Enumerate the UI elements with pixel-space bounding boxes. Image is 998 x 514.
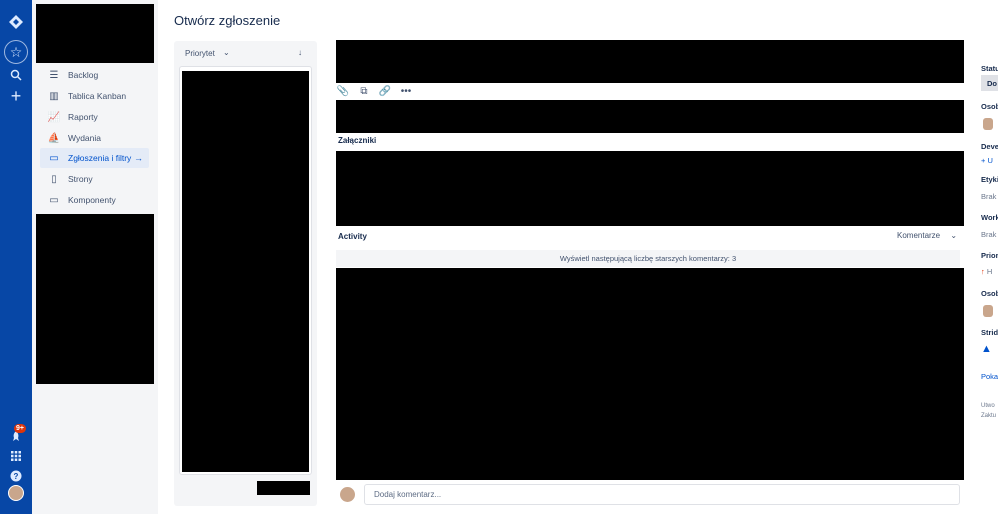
project-sidebar: ☰ Backlog ▥ Tablica Kanban 📈 Raporty ⛵ W… — [32, 0, 158, 514]
development-label: Deve — [981, 142, 998, 151]
status-button[interactable]: Do — [981, 75, 998, 91]
sidebar-item-pages[interactable]: ▯ Strony — [40, 169, 149, 189]
assignee-avatar[interactable] — [983, 118, 993, 130]
redacted-issue-list — [182, 71, 309, 472]
attachment-icon[interactable]: 📎 — [336, 84, 350, 98]
chevron-down-icon: ⌄ — [950, 231, 958, 240]
priority-text: H — [986, 267, 993, 276]
status-label: Statu — [981, 64, 998, 73]
work-label: Work — [981, 213, 998, 222]
components-icon: ▭ — [49, 194, 59, 206]
sidebar-item-label: Wydania — [68, 133, 101, 143]
labels-value[interactable]: Brak — [981, 192, 996, 201]
sidebar-item-label: Raporty — [68, 112, 98, 122]
activity-heading: Activity — [338, 232, 367, 241]
child-issue-icon[interactable]: ⧉ — [357, 84, 371, 98]
issue-toolbar: 📎 ⧉ 🔗 ••• — [336, 84, 413, 98]
page-title: Otwórz zgłoszenie — [174, 13, 281, 28]
labels-label: Etyki — [981, 175, 998, 184]
work-value[interactable]: Brak — [981, 230, 996, 239]
add-comment-input[interactable]: Dodaj komentarz... — [364, 484, 960, 505]
show-older-comments-button[interactable]: Wyświetl następującą liczbę starszych ko… — [336, 250, 960, 267]
redacted-pagination — [257, 481, 310, 495]
redacted-project-header — [36, 4, 154, 63]
create-icon[interactable]: + — [4, 84, 28, 108]
sidebar-item-label: Backlog — [68, 70, 99, 80]
issue-list-panel: Priorytet ⌄ ↓ — [174, 41, 317, 506]
redacted-sidebar-section — [36, 214, 154, 384]
user-avatar — [340, 487, 355, 502]
more-icon[interactable]: ••• — [399, 84, 413, 98]
link-icon[interactable]: 🔗 — [378, 84, 392, 98]
sort-field-label[interactable]: Priorytet — [185, 49, 215, 58]
sidebar-item-label: Tablica Kanban — [68, 91, 127, 101]
redacted-comments — [336, 268, 964, 480]
activity-filter-value: Komentarze — [897, 231, 941, 240]
priority-value[interactable]: ↑ H — [981, 267, 992, 276]
assignee-label: Osob — [981, 102, 998, 111]
reporter-label: Osob — [981, 289, 998, 298]
created-date: Utwo — [981, 403, 995, 409]
starred-icon[interactable]: ☆ — [4, 40, 28, 64]
sidebar-item-backlog[interactable]: ☰ Backlog — [40, 65, 149, 85]
jira-logo-icon[interactable] — [4, 10, 28, 34]
strides-label: Strid — [981, 328, 998, 337]
redacted-issue-summary — [336, 40, 964, 83]
global-nav: ☆ + 9+ ? — [0, 0, 32, 514]
issues-icon: ▭ — [49, 152, 59, 164]
redacted-description — [336, 100, 964, 133]
issue-list — [179, 66, 312, 475]
sidebar-item-label: Strony — [68, 174, 93, 184]
show-more-link[interactable]: Poka — [981, 372, 998, 381]
sidebar-item-label: Komponenty — [68, 195, 116, 205]
redacted-attachments — [336, 151, 964, 226]
sort-direction-icon[interactable]: ↓ — [298, 48, 302, 57]
profile-avatar[interactable] — [8, 485, 24, 501]
notifications-badge: 9+ — [14, 424, 26, 433]
backlog-icon: ☰ — [49, 69, 59, 81]
updated-date: Zaktu — [981, 413, 997, 419]
strides-logo-icon[interactable]: ▲ — [981, 343, 992, 355]
sidebar-item-components[interactable]: ▭ Komponenty — [40, 190, 149, 210]
development-link[interactable]: + U — [981, 156, 993, 165]
board-icon: ▥ — [49, 90, 59, 102]
sidebar-item-reports[interactable]: 📈 Raporty — [40, 107, 149, 127]
sidebar-item-releases[interactable]: ⛵ Wydania — [40, 128, 149, 148]
svg-text:?: ? — [14, 472, 19, 481]
sidebar-item-issues-filters[interactable]: ▭ Zgłoszenia i filtry → — [40, 148, 149, 168]
arrow-right-icon: → — [134, 153, 143, 163]
attachments-heading: Załączniki — [338, 136, 377, 145]
sidebar-item-label: Zgłoszenia i filtry — [68, 153, 132, 163]
reporter-avatar[interactable] — [983, 305, 993, 317]
priority-label: Prior — [981, 251, 998, 260]
activity-filter-dropdown[interactable]: Komentarze ⌄ — [897, 231, 957, 240]
reports-icon: 📈 — [47, 111, 61, 123]
chevron-down-icon[interactable]: ⌄ — [223, 48, 230, 57]
sidebar-item-kanban-board[interactable]: ▥ Tablica Kanban — [40, 86, 149, 106]
pages-icon: ▯ — [51, 173, 57, 185]
development-value: U — [987, 156, 993, 165]
releases-icon: ⛵ — [47, 132, 61, 144]
